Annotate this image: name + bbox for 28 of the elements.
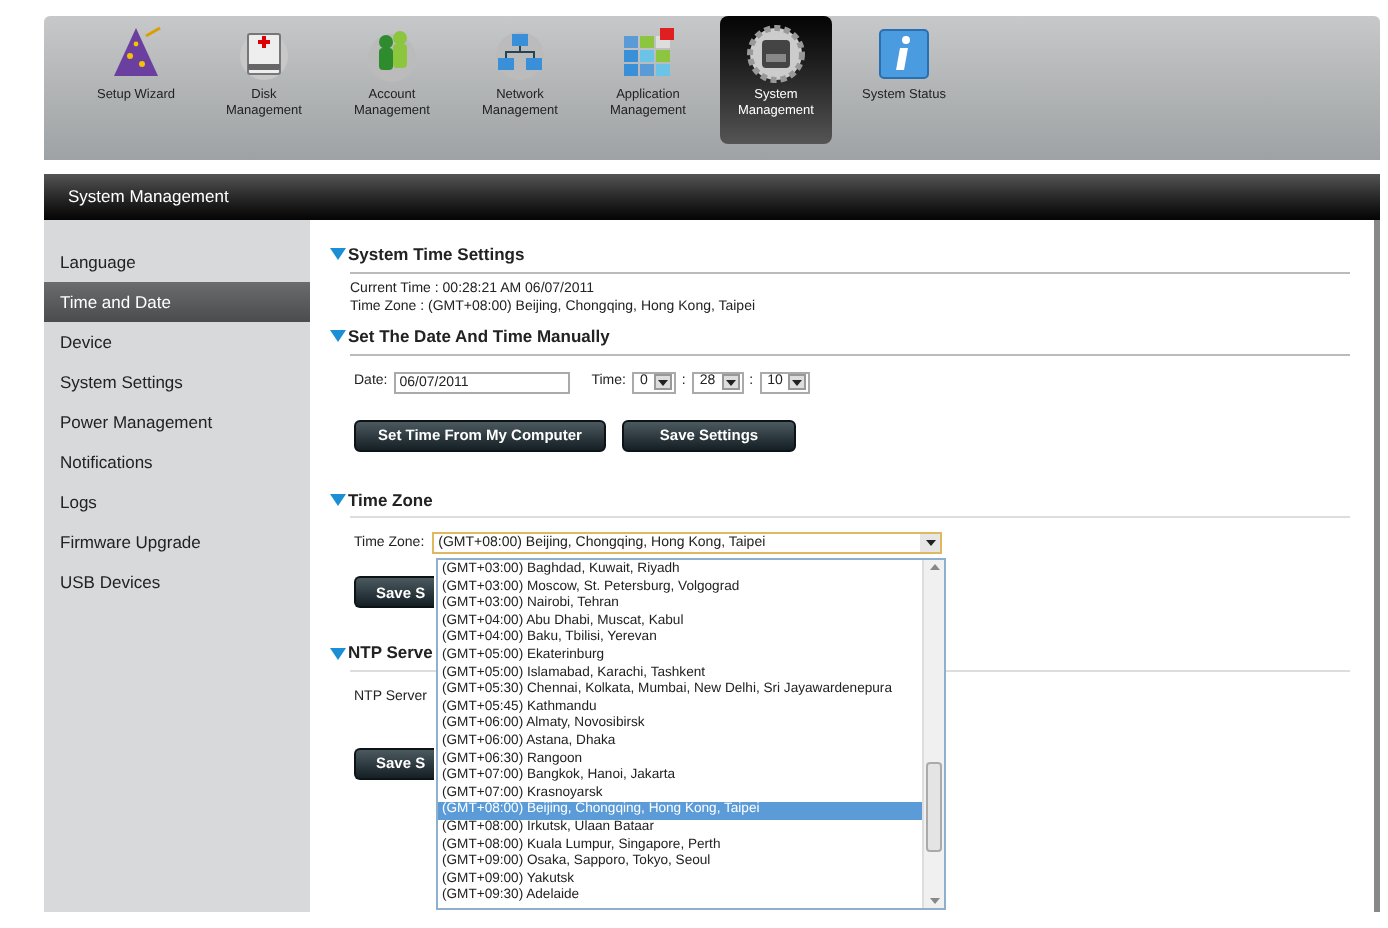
section-heading: System Time Settings — [348, 242, 525, 268]
dropdown-arrow-icon — [788, 374, 807, 390]
collapse-triangle-icon — [330, 330, 346, 343]
dropdown-arrow-icon — [721, 374, 740, 390]
sidebar-item[interactable]: USB Devices — [44, 562, 310, 602]
header-title: System Management — [68, 184, 229, 210]
section-heading: Time Zone — [348, 487, 433, 513]
dropdown-arrow-icon — [653, 374, 672, 390]
sidebar-item[interactable]: Time and Date — [44, 282, 310, 322]
section-heading: NTP Serve — [348, 640, 433, 666]
sidebar-item[interactable]: Device — [44, 322, 310, 362]
section-heading: Set The Date And Time Manually — [348, 323, 610, 349]
scroll-up-arrow-icon[interactable] — [929, 564, 939, 570]
collapse-triangle-icon — [330, 647, 346, 660]
collapse-triangle-icon — [330, 248, 346, 261]
scrollbar-thumb[interactable] — [926, 761, 942, 851]
sidebar-item[interactable]: System Settings — [44, 362, 310, 402]
info-icon — [874, 24, 934, 84]
sidebar-item[interactable]: Language — [44, 242, 310, 282]
sidebar-item[interactable]: Logs — [44, 482, 310, 522]
sidebar-item[interactable]: Notifications — [44, 442, 310, 482]
scrollbar[interactable] — [922, 560, 944, 908]
gear-icon — [746, 24, 806, 84]
collapse-triangle-icon — [330, 493, 346, 506]
scroll-down-arrow-icon[interactable] — [929, 898, 939, 904]
sidebar-item[interactable]: Firmware Upgrade — [44, 522, 310, 562]
dropdown-arrow-icon — [920, 534, 941, 553]
sidebar-item[interactable]: Power Management — [44, 402, 310, 442]
